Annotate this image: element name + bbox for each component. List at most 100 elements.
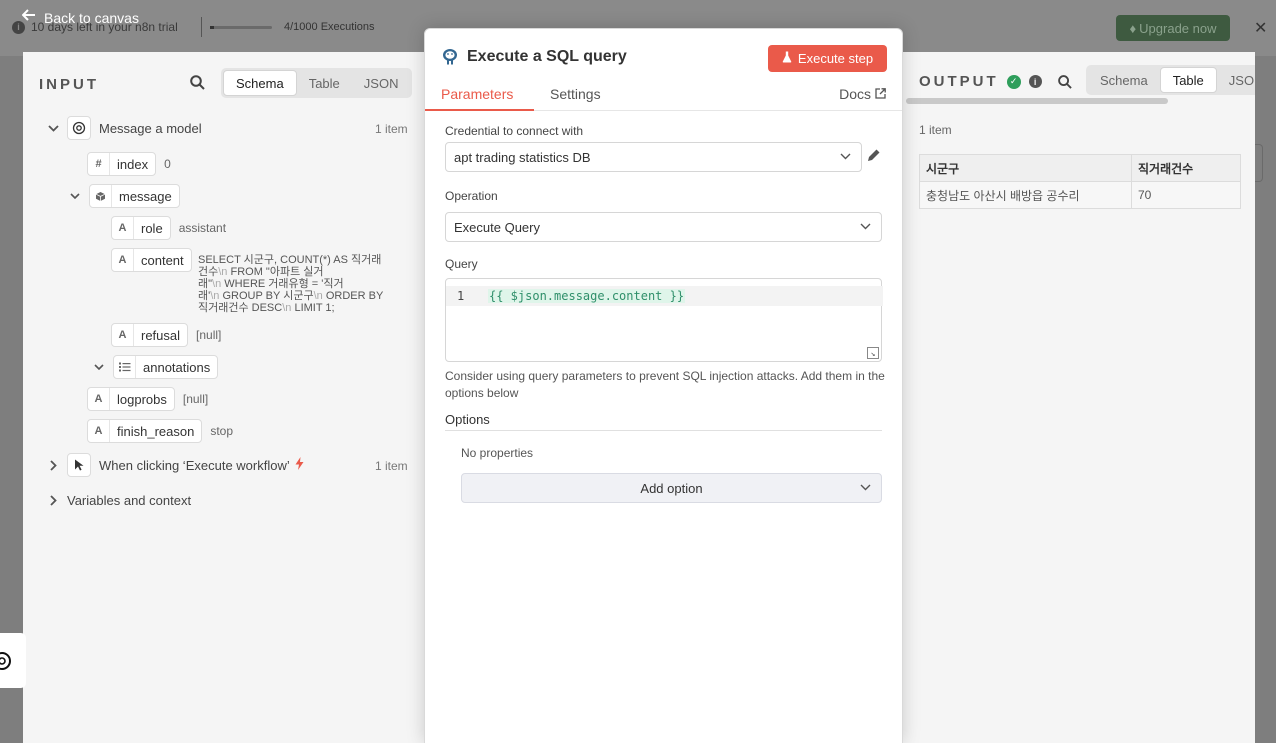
- node-label: When clicking ‘Execute workflow’: [99, 457, 290, 473]
- info-icon[interactable]: i: [1028, 75, 1042, 88]
- tab-schema[interactable]: Schema: [1088, 67, 1160, 93]
- field-pill[interactable]: message: [89, 184, 180, 208]
- node-title[interactable]: Execute a SQL query: [467, 48, 627, 66]
- add-option-button[interactable]: Add option: [461, 473, 882, 503]
- node-variables-and-context[interactable]: Variables and context: [47, 493, 191, 508]
- gem-icon: ♦: [1129, 20, 1137, 36]
- chevron-down-icon: [840, 151, 851, 163]
- tab-table[interactable]: Table: [297, 70, 352, 96]
- field-annotations[interactable]: annotations: [93, 355, 219, 379]
- field-pill[interactable]: annotations: [113, 355, 219, 379]
- edit-credential-icon[interactable]: [867, 148, 881, 165]
- chevron-down-icon[interactable]: [69, 193, 81, 199]
- column-header: 직거래건수: [1131, 154, 1241, 182]
- node-label: Message a model: [99, 120, 202, 136]
- field-name: index: [117, 156, 149, 172]
- query-label: Query: [445, 257, 478, 271]
- table-cell: 70: [1131, 181, 1241, 209]
- output-view-tabs: Schema Table JSON: [1086, 65, 1255, 95]
- upgrade-button[interactable]: ♦ Upgrade now: [1116, 15, 1230, 41]
- tab-settings[interactable]: Settings: [550, 86, 601, 102]
- field-value: stop: [210, 424, 234, 438]
- string-type-icon: A: [112, 324, 134, 346]
- field-content[interactable]: A content: [111, 248, 192, 272]
- item-count: 1 item: [375, 122, 408, 136]
- field-pill[interactable]: A logprobs: [87, 387, 175, 411]
- parameter-tabs: Parameters Settings Docs: [425, 81, 902, 111]
- field-role[interactable]: A role assistant: [111, 216, 226, 240]
- tab-json[interactable]: JSON: [352, 70, 411, 96]
- field-pill[interactable]: A refusal: [111, 323, 189, 347]
- field-value-content: SELECT 시군구, COUNT(*) AS 직거래 건수\n FROM "아…: [198, 254, 384, 314]
- lightning-icon: [295, 457, 304, 473]
- field-name: annotations: [143, 359, 211, 375]
- field-message[interactable]: message: [69, 184, 180, 208]
- chevron-down-icon[interactable]: [47, 124, 59, 132]
- success-check-icon: ✓: [1006, 74, 1021, 89]
- field-name: role: [141, 220, 163, 236]
- tab-json[interactable]: JSON: [1217, 67, 1255, 93]
- field-name: message: [119, 188, 172, 204]
- field-value: 0: [164, 157, 171, 171]
- arrow-left-icon: [21, 8, 36, 27]
- chevron-down-icon: [860, 482, 871, 494]
- operation-label: Operation: [445, 189, 498, 203]
- back-label: Back to canvas: [44, 9, 139, 26]
- field-pill[interactable]: A content: [111, 248, 192, 272]
- search-icon[interactable]: [1057, 74, 1072, 89]
- field-pill[interactable]: A finish_reason: [87, 419, 203, 443]
- cursor-icon: [67, 453, 91, 477]
- tab-table[interactable]: Table: [1159, 67, 1217, 93]
- query-expression[interactable]: {{ $json.message.content }}: [488, 289, 686, 303]
- back-to-canvas-button[interactable]: Back to canvas: [21, 8, 139, 27]
- field-pill[interactable]: A role: [111, 216, 171, 240]
- operation-select[interactable]: Execute Query: [445, 212, 882, 242]
- executions-count: 4/1000 Executions: [284, 21, 375, 33]
- query-editor[interactable]: 1 {{ $json.message.content }} ↘: [445, 278, 883, 362]
- credential-select[interactable]: apt trading statistics DB: [445, 142, 862, 172]
- output-title: OUTPUT: [919, 73, 999, 90]
- expand-editor-icon[interactable]: ↘: [867, 347, 879, 359]
- item-count: 1 item: [375, 459, 408, 473]
- chevron-down-icon[interactable]: [93, 364, 105, 370]
- docs-link[interactable]: Docs: [839, 86, 886, 102]
- openai-node-chip: [0, 633, 26, 688]
- add-option-label: Add option: [640, 480, 703, 496]
- close-icon[interactable]: ✕: [1254, 18, 1267, 38]
- list-icon: [114, 356, 136, 378]
- field-finish-reason[interactable]: A finish_reason stop: [87, 419, 233, 443]
- output-header: OUTPUT ✓ i: [919, 73, 1072, 90]
- string-type-icon: A: [112, 217, 134, 239]
- field-name: content: [141, 252, 184, 268]
- node-manual-trigger[interactable]: When clicking ‘Execute workflow’: [47, 453, 304, 477]
- chevron-down-icon: [860, 221, 871, 233]
- table-cell: 충청남도 아산시 배방읍 공수리: [919, 181, 1132, 209]
- credential-value: apt trading statistics DB: [454, 149, 591, 165]
- field-pill[interactable]: # index: [87, 152, 157, 176]
- horizontal-scrollbar[interactable]: [906, 98, 1168, 104]
- input-view-tabs: Schema Table JSON: [221, 68, 413, 98]
- chevron-right-icon[interactable]: [47, 459, 59, 471]
- chevron-right-icon[interactable]: [47, 495, 59, 506]
- field-logprobs[interactable]: A logprobs [null]: [87, 387, 208, 411]
- field-index[interactable]: # index 0: [87, 152, 171, 176]
- active-tab-indicator: [425, 109, 534, 111]
- no-properties-text: No properties: [461, 446, 534, 460]
- node-label: Variables and context: [67, 493, 192, 508]
- postgres-icon: [441, 48, 459, 69]
- line-number: 1: [457, 289, 465, 303]
- tab-parameters[interactable]: Parameters: [441, 86, 513, 102]
- node-message-a-model[interactable]: Message a model: [47, 116, 202, 140]
- openai-icon: [67, 116, 91, 140]
- output-item-count: 1 item: [919, 123, 952, 137]
- execute-step-label: Execute step: [797, 51, 874, 66]
- output-table: 시군구 직거래건수 충청남도 아산시 배방읍 공수리 70: [919, 154, 1241, 209]
- options-divider: [445, 430, 882, 431]
- field-name: finish_reason: [117, 423, 195, 439]
- string-type-icon: A: [88, 420, 110, 442]
- tab-schema[interactable]: Schema: [223, 70, 297, 96]
- field-refusal[interactable]: A refusal [null]: [111, 323, 221, 347]
- search-icon[interactable]: [190, 75, 206, 91]
- execute-step-button[interactable]: Execute step: [768, 45, 887, 72]
- output-panel: OUTPUT ✓ i Schema Table JSON 1 item 시군구 …: [902, 52, 1255, 743]
